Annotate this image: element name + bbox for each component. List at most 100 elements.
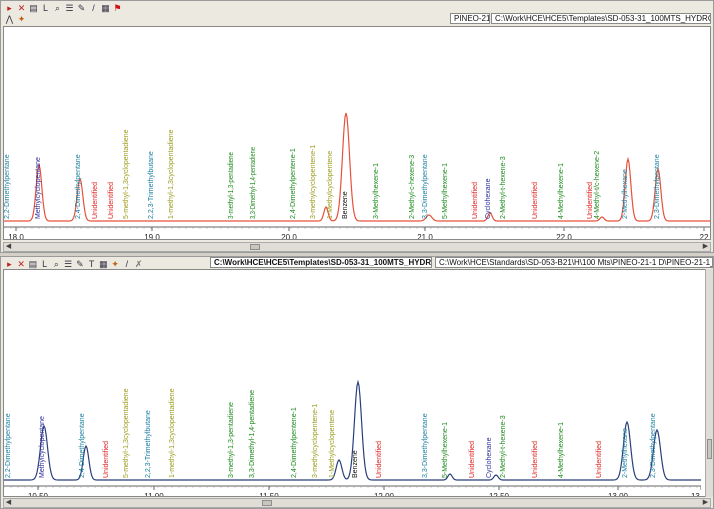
x-tick-label: 12.00	[374, 492, 395, 496]
print-icon[interactable]: ▤	[28, 3, 39, 13]
chromatogram-pane-top: ▸ ✕ ▤ L ⌕ ☰ ✎ / ▦ ⚑ ⋀ ✦ PINEO-21 C:\Work\HCE\HCE5\T…	[0, 0, 714, 253]
peak-label: 5-methyl-1,3cyclopentadiene	[123, 129, 130, 219]
slash-icon[interactable]: /	[88, 3, 99, 13]
peak-label: 3-methylcyclopentene-1	[310, 145, 317, 219]
x-tick-label: 11.50	[259, 492, 279, 496]
table-icon[interactable]: ▦	[98, 259, 109, 269]
peak-label: 4-Methyl-t/c-hexene-2	[594, 151, 601, 219]
x-tick-label: 20.0	[281, 233, 297, 239]
scroll-right-icon[interactable]: ▶	[701, 499, 710, 507]
peak-label: Cyclohexane	[486, 437, 493, 478]
pencil-icon[interactable]: ✎	[76, 3, 87, 13]
text-icon[interactable]: T	[86, 259, 97, 269]
peak-label: 2,3-Dimethylpentane	[654, 154, 661, 219]
list-icon[interactable]: ☰	[64, 3, 75, 13]
peak-label: 1-Methylcyclopentene	[329, 410, 336, 478]
peak-label: Unidentified	[587, 182, 594, 219]
x-tick-label: 22	[700, 233, 709, 239]
scroll-left-icon[interactable]: ◀	[4, 243, 13, 251]
marker-icon[interactable]: ✦	[110, 259, 121, 269]
chromatogram-pane-bottom: ▸ ✕ ▤ L ⌕ ☰ ✎ T ▦ ✦ / ✗ C:\Work\HCE\HCE5\Templates\…	[0, 256, 714, 509]
scroll-right-icon[interactable]: ▶	[701, 243, 710, 251]
peak-label: 3-methyl-1,3-pentadiene	[228, 402, 235, 478]
data-path-box: C:\Work\HCE\Standards\SD-053-B21\H\100 M…	[435, 257, 713, 268]
slash-icon[interactable]: /	[122, 259, 133, 269]
peak-label: Unidentified	[472, 182, 479, 219]
peak-label: Benzene	[352, 450, 359, 478]
delete-icon[interactable]: ✕	[16, 259, 27, 269]
x-tick-label: 22.0	[556, 233, 572, 239]
print-icon[interactable]: ▤	[28, 259, 39, 269]
scroll-thumb[interactable]	[262, 500, 272, 506]
peak-label: 3,3-Dimethylpentane	[422, 413, 429, 478]
peak-label: 2,4-Dimethylpentene-1	[290, 148, 297, 219]
scroll-thumb[interactable]	[250, 244, 260, 250]
scroll-left-icon[interactable]: ◀	[4, 499, 13, 507]
peak-label: 3,3-Dimethylpentane	[422, 154, 429, 219]
sample-name-box: PINEO-21	[450, 13, 490, 24]
x-tick-label: 10.50	[28, 492, 49, 496]
horizontal-scrollbar-bottom[interactable]: ◀ ▶	[3, 498, 711, 508]
x-tick-label: 19.0	[144, 233, 160, 239]
marker-icon[interactable]: ✦	[16, 14, 27, 24]
peak-label: 2,3-Dimethylpentane	[650, 413, 657, 478]
peak-label: 2,2,3-Trimethylbutane	[145, 410, 152, 478]
peak-label: 2-Methylhexane	[622, 169, 629, 219]
toolbar-icons-bottom: ▸ ✕ ▤ L ⌕ ☰ ✎ T ▦ ✦ / ✗	[4, 259, 144, 269]
peak-label: Methylcyclopentane	[39, 416, 46, 478]
play-icon[interactable]: ▸	[4, 3, 15, 13]
peak-label: 2-Methyl-t-hexene-3	[500, 415, 507, 478]
x-tick-label: 18.0	[8, 233, 24, 239]
peak-label: Unidentified	[108, 182, 115, 219]
peak-label: 3-methylcyclopentene-1	[312, 404, 319, 478]
zoom-icon[interactable]: ⌕	[51, 259, 62, 269]
x-tick-label: 11.00	[144, 492, 164, 496]
peak-label: 1-Methylcyclopentene	[327, 151, 334, 219]
pencil-icon[interactable]: ✎	[75, 259, 86, 269]
zoom-icon[interactable]: ⌕	[52, 3, 63, 13]
peak-label: 1-methyl-1,3cyclopentadiene	[169, 388, 176, 478]
peak-label: Methylcyclopentane	[35, 157, 42, 219]
toolbar-icons-top: ▸ ✕ ▤ L ⌕ ☰ ✎ / ▦ ⚑ ⋀ ✦	[4, 3, 134, 24]
peak-label: Benzene	[342, 191, 349, 219]
peak-label: Unidentified	[469, 441, 476, 478]
x-tick-label: 21.0	[417, 233, 433, 239]
peak-label: 5-Methylhexene-1	[442, 163, 449, 219]
table-icon[interactable]: ▦	[100, 3, 111, 13]
peak-label: 3,3-Dimethyl-1,4-pentadiene	[250, 147, 257, 219]
list-icon[interactable]: ☰	[63, 259, 74, 269]
peak-label: 2-Methylhexane	[622, 428, 629, 478]
vscroll-thumb[interactable]	[707, 439, 712, 459]
file-path-box: C:\Work\HCE\HCE5\Templates\SD-053-31_100…	[491, 13, 711, 24]
baseline-icon[interactable]: L	[39, 259, 50, 269]
peak-label: 1-methyl-1,3cyclopentadiene	[168, 129, 175, 219]
baseline-icon[interactable]: L	[40, 3, 51, 13]
x-tick-label: 13.00	[608, 492, 629, 496]
chromatogram-plot-bottom[interactable]: 10.50 11.00 11.50 12.00 12.50 13.00 13.50 2,2-D…	[3, 269, 712, 501]
peak-label: 5-methyl-1,3cyclopentadiene	[123, 388, 130, 478]
peak-label: Unidentified	[532, 441, 539, 478]
vertical-scrollbar-bottom[interactable]	[705, 269, 713, 497]
chromatogram-svg-bottom: 10.50 11.00 11.50 12.00 12.50 13.00 13.50 2,2-D…	[3, 379, 712, 501]
peak-label: Unidentified	[103, 441, 110, 478]
peak-label: 2,2,3-Trimethylbutane	[148, 151, 155, 219]
delete-icon[interactable]: ✕	[16, 3, 27, 13]
peak-label: Cyclohexane	[485, 178, 492, 219]
horizontal-scrollbar-top[interactable]: ◀ ▶	[3, 242, 711, 252]
peak-icon[interactable]: ⋀	[4, 14, 15, 24]
flag-icon[interactable]: ⚑	[112, 3, 123, 13]
peak-label: Unidentified	[596, 441, 603, 478]
peak-label: 2-Methyl-c-hexene-3	[409, 155, 416, 219]
chromatogram-plot-top[interactable]: 18.0 19.0 20.0 21.0 22.0 22 2,2-Dimethylpentan…	[3, 26, 711, 242]
cross-icon[interactable]: ✗	[133, 259, 144, 269]
x-tick-label: 13.50	[691, 492, 701, 496]
peak-label: 2,4-Dimethylpentane	[79, 413, 86, 478]
peak-label: Unidentified	[532, 182, 539, 219]
peak-label: 2,2-Dimethylpentane	[5, 413, 12, 478]
chromatogram-svg-top: 18.0 19.0 20.0 21.0 22.0 22 2,2-Dimethylpentan…	[3, 112, 710, 242]
peak-label: 4-Methylhexene-1	[558, 422, 565, 478]
peak-label: 5-Methylhexene-1	[442, 422, 449, 478]
play-icon[interactable]: ▸	[4, 259, 15, 269]
peak-label: 3,3-Dimethyl-1,4-pentadiene	[249, 390, 256, 478]
peak-label: 3-methyl-1,3-pentadiene	[228, 152, 235, 219]
